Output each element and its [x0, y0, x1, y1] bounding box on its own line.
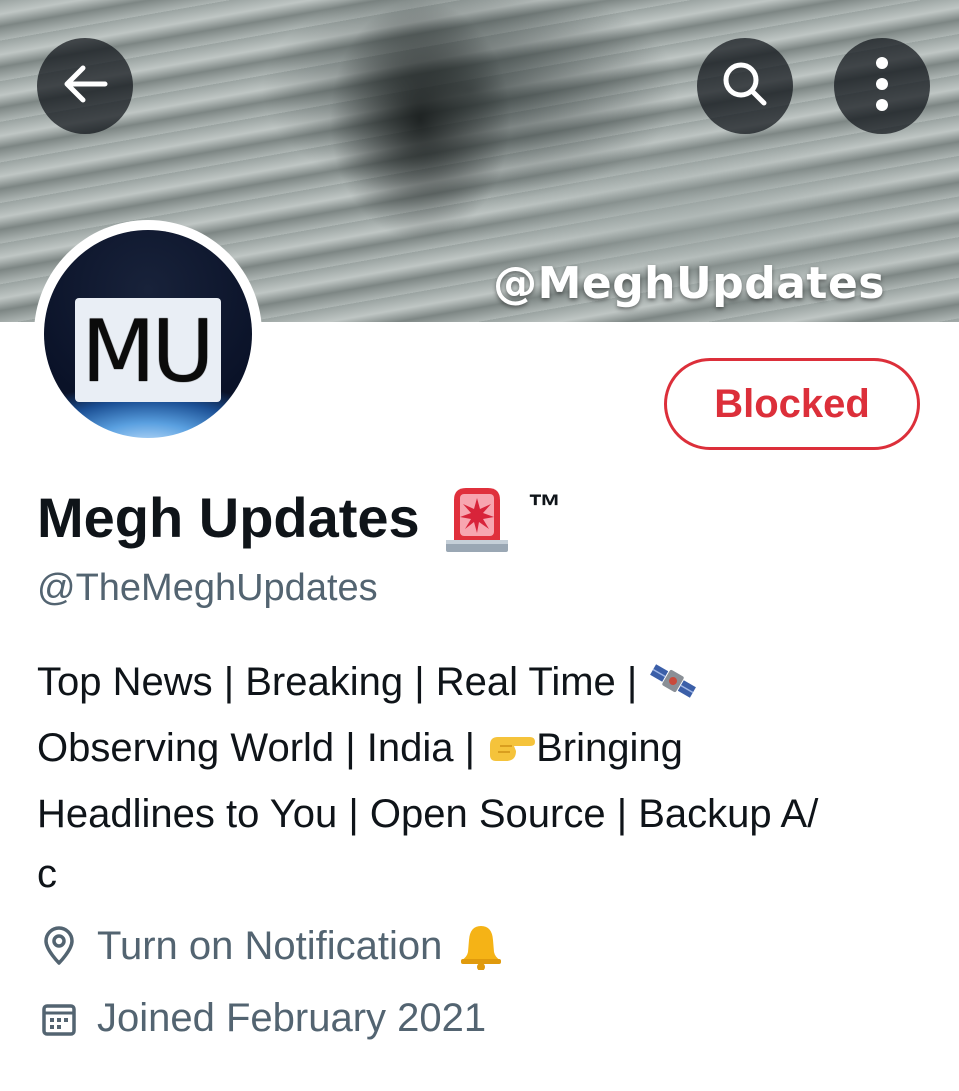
bio-line: c	[37, 844, 927, 904]
search-button[interactable]	[697, 38, 793, 134]
bio-text: Top News | Breaking | Real Time |	[37, 660, 649, 704]
display-name-row: Megh Updates ™	[37, 482, 562, 561]
bio-line: Top News | Breaking | Real Time |	[37, 652, 927, 718]
back-button[interactable]	[37, 38, 133, 134]
bio-text: c	[37, 852, 57, 896]
backhand-index-pointing-right-emoji	[486, 724, 536, 784]
bell-emoji	[458, 922, 504, 970]
bio-text: Headlines to You | Open Source | Backup …	[37, 792, 819, 836]
display-name: Megh Updates	[37, 486, 420, 549]
more-vertical-icon	[872, 54, 892, 119]
profile-avatar[interactable]: MU	[34, 220, 262, 448]
avatar-initials: MU	[81, 302, 214, 402]
profile-location: Turn on Notification	[37, 922, 504, 970]
joined-text: Joined February 2021	[97, 996, 487, 1040]
search-icon	[717, 56, 773, 117]
satellite-emoji	[648, 658, 698, 718]
profile-handle: @TheMeghUpdates	[37, 567, 378, 609]
avatar-image: MU	[44, 230, 252, 438]
location-text: Turn on Notification	[97, 923, 443, 968]
calendar-icon	[37, 997, 81, 1041]
location-pin-icon	[37, 924, 81, 968]
banner-watermark: @MeghUpdates	[493, 258, 885, 309]
more-options-button[interactable]	[834, 38, 930, 134]
bio-text: Observing World | India |	[37, 726, 487, 770]
police-siren-emoji	[440, 484, 514, 561]
trademark-symbol: ™	[527, 488, 562, 526]
profile-joined-date: Joined February 2021	[37, 996, 486, 1041]
bio-line: Headlines to You | Open Source | Backup …	[37, 784, 927, 844]
bio-line: Observing World | India | Bringing	[37, 718, 927, 784]
bio-text: Bringing	[536, 726, 683, 770]
arrow-left-icon	[57, 56, 113, 117]
profile-bio: Top News | Breaking | Real Time | Observ…	[37, 652, 927, 904]
blocked-button[interactable]: Blocked	[664, 358, 920, 450]
